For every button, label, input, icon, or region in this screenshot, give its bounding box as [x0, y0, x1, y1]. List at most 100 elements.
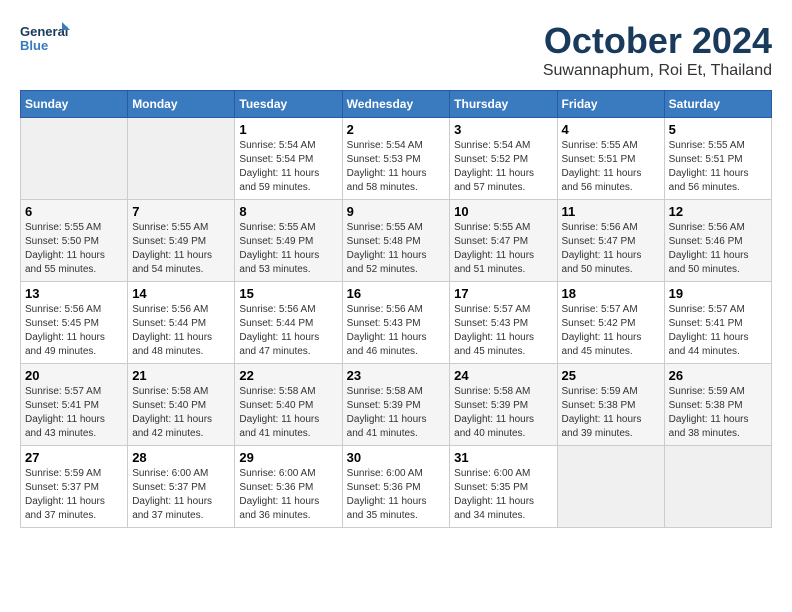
day-number: 21	[132, 368, 230, 383]
logo: General Blue	[20, 20, 70, 64]
weekday-header-row: SundayMondayTuesdayWednesdayThursdayFrid…	[21, 91, 772, 118]
day-info: Sunrise: 5:56 AMSunset: 5:43 PMDaylight:…	[347, 304, 427, 357]
day-number: 27	[25, 450, 123, 465]
day-number: 5	[669, 122, 767, 137]
day-info: Sunrise: 5:55 AMSunset: 5:47 PMDaylight:…	[454, 222, 534, 275]
calendar-cell: 22 Sunrise: 5:58 AMSunset: 5:40 PMDaylig…	[235, 364, 342, 446]
calendar-week-row: 27 Sunrise: 5:59 AMSunset: 5:37 PMDaylig…	[21, 446, 772, 528]
calendar-cell	[128, 118, 235, 200]
calendar-cell: 3 Sunrise: 5:54 AMSunset: 5:52 PMDayligh…	[450, 118, 557, 200]
weekday-header-tuesday: Tuesday	[235, 91, 342, 118]
day-info: Sunrise: 5:55 AMSunset: 5:51 PMDaylight:…	[669, 140, 749, 193]
day-info: Sunrise: 6:00 AMSunset: 5:36 PMDaylight:…	[239, 468, 319, 521]
calendar-cell: 31 Sunrise: 6:00 AMSunset: 5:35 PMDaylig…	[450, 446, 557, 528]
day-info: Sunrise: 6:00 AMSunset: 5:37 PMDaylight:…	[132, 468, 212, 521]
calendar-week-row: 6 Sunrise: 5:55 AMSunset: 5:50 PMDayligh…	[21, 200, 772, 282]
calendar-cell	[664, 446, 771, 528]
calendar-cell: 16 Sunrise: 5:56 AMSunset: 5:43 PMDaylig…	[342, 282, 450, 364]
day-number: 15	[239, 286, 337, 301]
day-number: 26	[669, 368, 767, 383]
calendar-cell: 1 Sunrise: 5:54 AMSunset: 5:54 PMDayligh…	[235, 118, 342, 200]
title-block: October 2024 Suwannaphum, Roi Et, Thaila…	[543, 20, 772, 80]
day-info: Sunrise: 5:55 AMSunset: 5:50 PMDaylight:…	[25, 222, 105, 275]
day-number: 31	[454, 450, 552, 465]
day-number: 2	[347, 122, 446, 137]
day-info: Sunrise: 5:58 AMSunset: 5:40 PMDaylight:…	[239, 386, 319, 439]
day-info: Sunrise: 5:56 AMSunset: 5:44 PMDaylight:…	[239, 304, 319, 357]
weekday-header-friday: Friday	[557, 91, 664, 118]
calendar-cell: 14 Sunrise: 5:56 AMSunset: 5:44 PMDaylig…	[128, 282, 235, 364]
svg-text:General: General	[20, 24, 68, 39]
day-number: 25	[562, 368, 660, 383]
calendar-cell: 21 Sunrise: 5:58 AMSunset: 5:40 PMDaylig…	[128, 364, 235, 446]
day-number: 9	[347, 204, 446, 219]
day-number: 1	[239, 122, 337, 137]
calendar-cell: 4 Sunrise: 5:55 AMSunset: 5:51 PMDayligh…	[557, 118, 664, 200]
weekday-header-saturday: Saturday	[664, 91, 771, 118]
day-info: Sunrise: 5:54 AMSunset: 5:53 PMDaylight:…	[347, 140, 427, 193]
day-number: 4	[562, 122, 660, 137]
day-number: 8	[239, 204, 337, 219]
svg-text:Blue: Blue	[20, 38, 48, 53]
day-info: Sunrise: 5:55 AMSunset: 5:51 PMDaylight:…	[562, 140, 642, 193]
day-info: Sunrise: 6:00 AMSunset: 5:35 PMDaylight:…	[454, 468, 534, 521]
day-info: Sunrise: 5:58 AMSunset: 5:39 PMDaylight:…	[347, 386, 427, 439]
day-number: 19	[669, 286, 767, 301]
day-number: 3	[454, 122, 552, 137]
calendar-cell: 19 Sunrise: 5:57 AMSunset: 5:41 PMDaylig…	[664, 282, 771, 364]
weekday-header-monday: Monday	[128, 91, 235, 118]
day-info: Sunrise: 5:59 AMSunset: 5:38 PMDaylight:…	[562, 386, 642, 439]
calendar-cell: 6 Sunrise: 5:55 AMSunset: 5:50 PMDayligh…	[21, 200, 128, 282]
day-info: Sunrise: 5:55 AMSunset: 5:48 PMDaylight:…	[347, 222, 427, 275]
calendar-cell: 11 Sunrise: 5:56 AMSunset: 5:47 PMDaylig…	[557, 200, 664, 282]
calendar-cell: 15 Sunrise: 5:56 AMSunset: 5:44 PMDaylig…	[235, 282, 342, 364]
calendar-cell: 26 Sunrise: 5:59 AMSunset: 5:38 PMDaylig…	[664, 364, 771, 446]
page-header: General Blue October 2024 Suwannaphum, R…	[20, 20, 772, 80]
calendar-cell: 25 Sunrise: 5:59 AMSunset: 5:38 PMDaylig…	[557, 364, 664, 446]
calendar-week-row: 20 Sunrise: 5:57 AMSunset: 5:41 PMDaylig…	[21, 364, 772, 446]
day-number: 14	[132, 286, 230, 301]
day-info: Sunrise: 5:56 AMSunset: 5:47 PMDaylight:…	[562, 222, 642, 275]
calendar-cell: 29 Sunrise: 6:00 AMSunset: 5:36 PMDaylig…	[235, 446, 342, 528]
day-info: Sunrise: 5:54 AMSunset: 5:54 PMDaylight:…	[239, 140, 319, 193]
day-number: 10	[454, 204, 552, 219]
calendar-cell: 17 Sunrise: 5:57 AMSunset: 5:43 PMDaylig…	[450, 282, 557, 364]
weekday-header-sunday: Sunday	[21, 91, 128, 118]
day-info: Sunrise: 5:57 AMSunset: 5:41 PMDaylight:…	[669, 304, 749, 357]
calendar-cell: 13 Sunrise: 5:56 AMSunset: 5:45 PMDaylig…	[21, 282, 128, 364]
calendar-cell: 28 Sunrise: 6:00 AMSunset: 5:37 PMDaylig…	[128, 446, 235, 528]
calendar-cell: 5 Sunrise: 5:55 AMSunset: 5:51 PMDayligh…	[664, 118, 771, 200]
calendar-cell: 7 Sunrise: 5:55 AMSunset: 5:49 PMDayligh…	[128, 200, 235, 282]
calendar-cell: 23 Sunrise: 5:58 AMSunset: 5:39 PMDaylig…	[342, 364, 450, 446]
day-info: Sunrise: 5:55 AMSunset: 5:49 PMDaylight:…	[132, 222, 212, 275]
day-number: 13	[25, 286, 123, 301]
day-number: 29	[239, 450, 337, 465]
day-info: Sunrise: 5:57 AMSunset: 5:41 PMDaylight:…	[25, 386, 105, 439]
weekday-header-thursday: Thursday	[450, 91, 557, 118]
calendar-cell: 10 Sunrise: 5:55 AMSunset: 5:47 PMDaylig…	[450, 200, 557, 282]
calendar-cell: 18 Sunrise: 5:57 AMSunset: 5:42 PMDaylig…	[557, 282, 664, 364]
day-number: 30	[347, 450, 446, 465]
calendar-cell: 9 Sunrise: 5:55 AMSunset: 5:48 PMDayligh…	[342, 200, 450, 282]
day-info: Sunrise: 5:59 AMSunset: 5:38 PMDaylight:…	[669, 386, 749, 439]
calendar-cell: 24 Sunrise: 5:58 AMSunset: 5:39 PMDaylig…	[450, 364, 557, 446]
day-number: 7	[132, 204, 230, 219]
calendar-cell: 2 Sunrise: 5:54 AMSunset: 5:53 PMDayligh…	[342, 118, 450, 200]
day-info: Sunrise: 5:58 AMSunset: 5:40 PMDaylight:…	[132, 386, 212, 439]
day-info: Sunrise: 5:56 AMSunset: 5:44 PMDaylight:…	[132, 304, 212, 357]
calendar-cell: 8 Sunrise: 5:55 AMSunset: 5:49 PMDayligh…	[235, 200, 342, 282]
day-number: 17	[454, 286, 552, 301]
day-info: Sunrise: 5:58 AMSunset: 5:39 PMDaylight:…	[454, 386, 534, 439]
day-info: Sunrise: 5:56 AMSunset: 5:45 PMDaylight:…	[25, 304, 105, 357]
location: Suwannaphum, Roi Et, Thailand	[543, 62, 772, 80]
day-number: 28	[132, 450, 230, 465]
day-number: 24	[454, 368, 552, 383]
day-info: Sunrise: 6:00 AMSunset: 5:36 PMDaylight:…	[347, 468, 427, 521]
calendar-week-row: 13 Sunrise: 5:56 AMSunset: 5:45 PMDaylig…	[21, 282, 772, 364]
day-number: 20	[25, 368, 123, 383]
weekday-header-wednesday: Wednesday	[342, 91, 450, 118]
calendar-cell	[557, 446, 664, 528]
day-info: Sunrise: 5:57 AMSunset: 5:42 PMDaylight:…	[562, 304, 642, 357]
day-info: Sunrise: 5:57 AMSunset: 5:43 PMDaylight:…	[454, 304, 534, 357]
day-number: 11	[562, 204, 660, 219]
